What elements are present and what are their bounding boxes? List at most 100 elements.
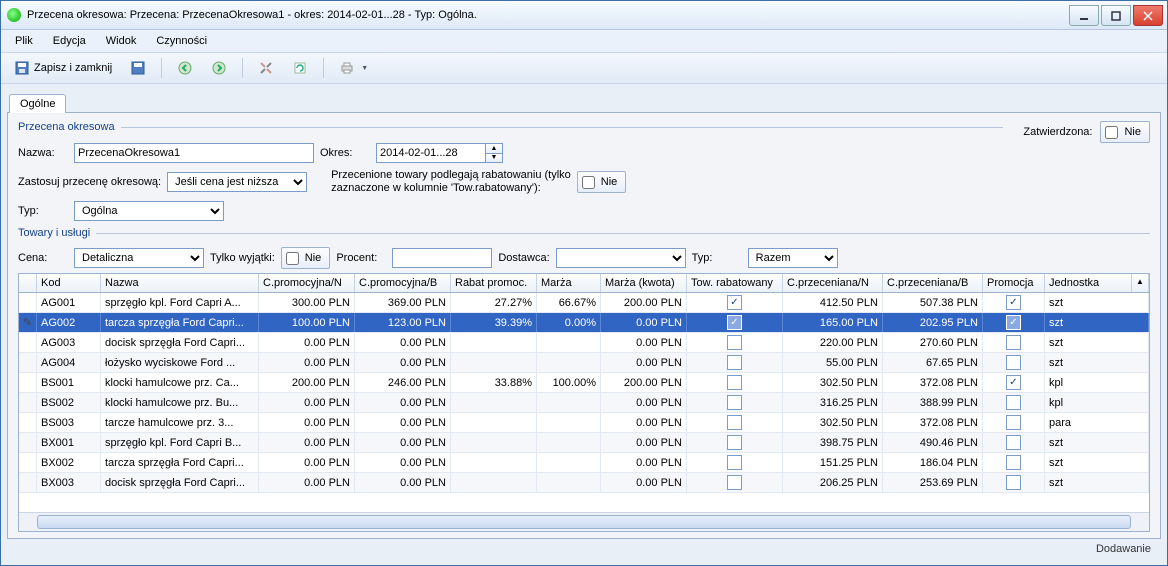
promo-checkbox[interactable] <box>1006 375 1021 390</box>
table-cell[interactable]: 0.00 PLN <box>259 353 355 372</box>
table-cell[interactable]: 0.00 PLN <box>259 473 355 492</box>
table-cell[interactable]: 0.00 PLN <box>259 333 355 352</box>
table-row[interactable]: BX002tarcza sprzęgła Ford Capri...0.00 P… <box>19 453 1149 473</box>
col-promo[interactable]: Promocja <box>983 274 1045 292</box>
nazwa-input[interactable] <box>74 143 314 163</box>
table-cell[interactable]: tarcza sprzęgła Ford Capri... <box>101 453 259 472</box>
table-cell[interactable] <box>537 453 601 472</box>
table-cell[interactable]: 302.50 PLN <box>783 373 883 392</box>
table-cell[interactable]: 316.25 PLN <box>783 393 883 412</box>
tow-checkbox[interactable] <box>727 375 742 390</box>
maximize-button[interactable] <box>1101 5 1131 26</box>
tow-checkbox[interactable] <box>727 335 742 350</box>
table-cell[interactable]: AG004 <box>37 353 101 372</box>
col-cprn[interactable]: C.przeceniana/N <box>783 274 883 292</box>
table-cell[interactable]: 302.50 PLN <box>783 413 883 432</box>
print-button[interactable]: ▼ <box>332 56 375 80</box>
table-cell[interactable]: 253.69 PLN <box>883 473 983 492</box>
table-cell[interactable]: 0.00 PLN <box>601 313 687 332</box>
col-kod[interactable]: Kod <box>37 274 101 292</box>
approved-toggle[interactable]: Nie <box>1100 121 1150 143</box>
wyjatki-checkbox[interactable] <box>286 252 299 265</box>
table-cell[interactable] <box>983 473 1045 492</box>
col-cpb[interactable]: C.promocyjna/B <box>355 274 451 292</box>
table-cell[interactable]: 200.00 PLN <box>601 293 687 312</box>
table-cell[interactable] <box>983 393 1045 412</box>
table-cell[interactable]: 0.00 PLN <box>259 453 355 472</box>
table-cell[interactable] <box>19 333 37 352</box>
table-cell[interactable] <box>451 353 537 372</box>
okres-field[interactable] <box>376 143 486 163</box>
col-marza[interactable]: Marża <box>537 274 601 292</box>
table-cell[interactable]: 55.00 PLN <box>783 353 883 372</box>
col-jedn[interactable]: Jednostka <box>1045 274 1132 292</box>
table-cell[interactable]: 66.67% <box>537 293 601 312</box>
approved-checkbox[interactable] <box>1105 126 1118 139</box>
menu-plik[interactable]: Plik <box>7 33 41 49</box>
table-cell[interactable]: 123.00 PLN <box>355 313 451 332</box>
table-row[interactable]: BX003docisk sprzęgła Ford Capri...0.00 P… <box>19 473 1149 493</box>
table-cell[interactable] <box>537 413 601 432</box>
spin-down-icon[interactable]: ▼ <box>486 153 502 163</box>
table-cell[interactable] <box>19 453 37 472</box>
table-cell[interactable]: 186.04 PLN <box>883 453 983 472</box>
table-cell[interactable] <box>19 293 37 312</box>
table-cell[interactable] <box>451 393 537 412</box>
typ-select[interactable]: Ogólna <box>74 201 224 221</box>
menu-edycja[interactable]: Edycja <box>45 33 94 49</box>
table-cell[interactable] <box>983 413 1045 432</box>
okres-input[interactable]: ▲▼ <box>376 143 503 163</box>
nav-back-button[interactable] <box>170 56 200 80</box>
table-cell[interactable]: tarcza sprzęgła Ford Capri... <box>101 313 259 332</box>
table-cell[interactable] <box>687 393 783 412</box>
table-cell[interactable] <box>19 473 37 492</box>
tow-checkbox[interactable] <box>727 475 742 490</box>
table-cell[interactable]: szt <box>1045 353 1149 372</box>
table-cell[interactable]: BX003 <box>37 473 101 492</box>
promo-checkbox[interactable] <box>1006 295 1021 310</box>
zastosuj-select[interactable]: Jeśli cena jest niższa <box>167 172 307 192</box>
table-cell[interactable]: ✎ <box>19 313 37 332</box>
table-cell[interactable] <box>19 373 37 392</box>
table-cell[interactable] <box>983 333 1045 352</box>
table-cell[interactable]: 398.75 PLN <box>783 433 883 452</box>
promo-checkbox[interactable] <box>1006 435 1021 450</box>
table-cell[interactable] <box>687 333 783 352</box>
table-cell[interactable]: 0.00 PLN <box>601 393 687 412</box>
col-scroll-up[interactable]: ▲ <box>1132 274 1149 292</box>
tow-checkbox[interactable] <box>727 455 742 470</box>
filter-typ-select[interactable]: Razem <box>748 248 838 268</box>
cena-select[interactable]: Detaliczna <box>74 248 204 268</box>
table-cell[interactable]: 0.00 PLN <box>355 393 451 412</box>
table-row[interactable]: BS003tarcze hamulcowe prz. 3...0.00 PLN0… <box>19 413 1149 433</box>
table-cell[interactable] <box>19 413 37 432</box>
table-cell[interactable]: 0.00 PLN <box>355 333 451 352</box>
col-cpn[interactable]: C.promocyjna/N <box>259 274 355 292</box>
table-cell[interactable] <box>983 453 1045 472</box>
table-cell[interactable]: szt <box>1045 293 1149 312</box>
table-cell[interactable]: 372.08 PLN <box>883 413 983 432</box>
promo-checkbox[interactable] <box>1006 355 1021 370</box>
table-cell[interactable]: szt <box>1045 333 1149 352</box>
table-cell[interactable]: 0.00 PLN <box>355 413 451 432</box>
table-cell[interactable]: 372.08 PLN <box>883 373 983 392</box>
table-cell[interactable]: łożysko wyciskowe Ford ... <box>101 353 259 372</box>
table-cell[interactable]: 33.88% <box>451 373 537 392</box>
table-cell[interactable]: szt <box>1045 473 1149 492</box>
table-cell[interactable] <box>687 293 783 312</box>
table-cell[interactable] <box>537 353 601 372</box>
table-cell[interactable]: 0.00 PLN <box>601 333 687 352</box>
promo-checkbox[interactable] <box>1006 315 1021 330</box>
scrollbar-thumb[interactable] <box>37 515 1131 529</box>
menu-czynnosci[interactable]: Czynności <box>148 33 215 49</box>
table-cell[interactable]: kpl <box>1045 393 1149 412</box>
table-cell[interactable]: sprzęgło kpl. Ford Capri A... <box>101 293 259 312</box>
table-row[interactable]: AG001sprzęgło kpl. Ford Capri A...300.00… <box>19 293 1149 313</box>
table-cell[interactable]: sprzęgło kpl. Ford Capri B... <box>101 433 259 452</box>
table-cell[interactable]: 412.50 PLN <box>783 293 883 312</box>
table-cell[interactable] <box>537 473 601 492</box>
col-marzak[interactable]: Marża (kwota) <box>601 274 687 292</box>
grid-body[interactable]: AG001sprzęgło kpl. Ford Capri A...300.00… <box>19 293 1149 512</box>
table-cell[interactable] <box>537 333 601 352</box>
table-cell[interactable] <box>687 373 783 392</box>
